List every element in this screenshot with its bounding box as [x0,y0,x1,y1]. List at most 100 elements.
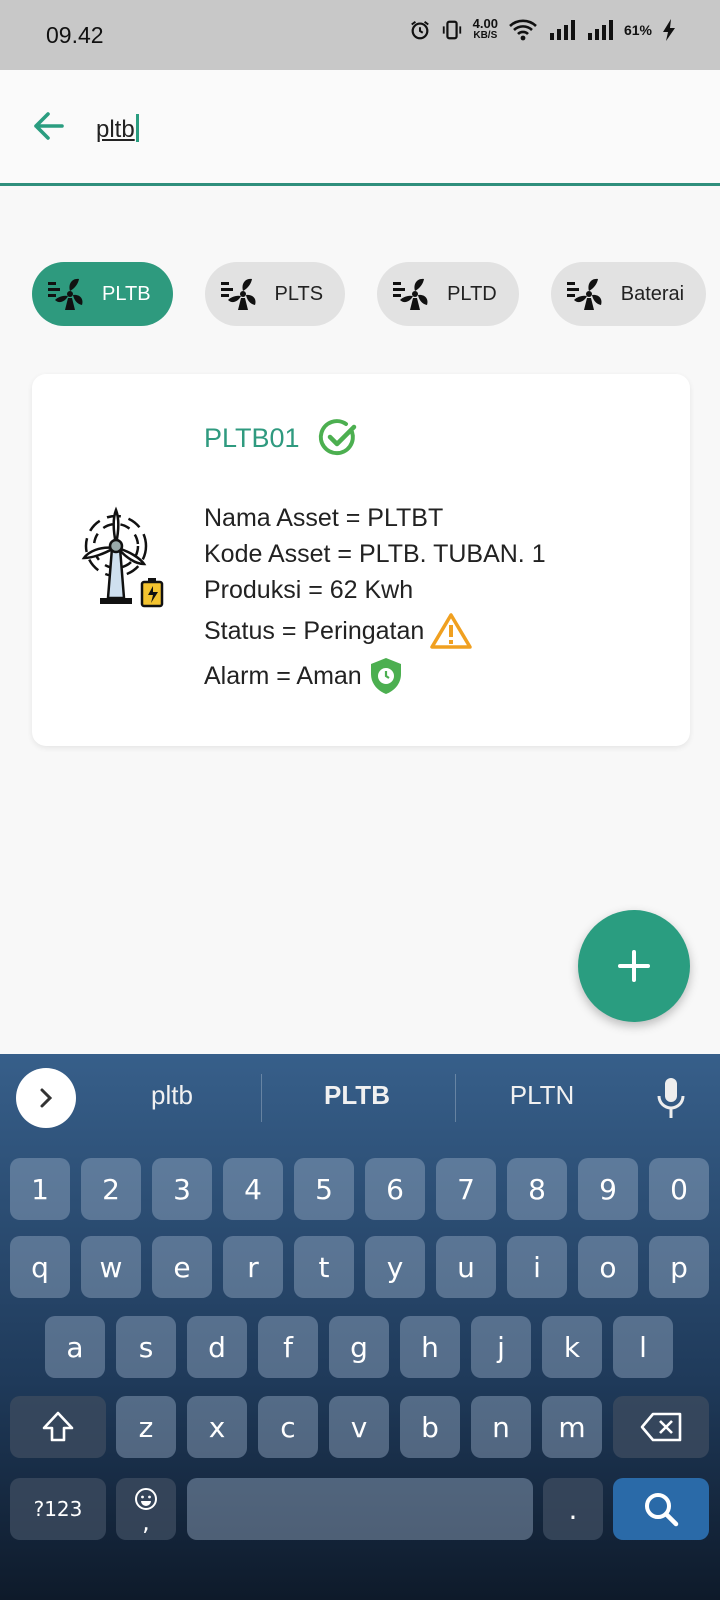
key-p[interactable]: p [649,1236,709,1298]
chip-label: PLTS [274,282,324,305]
status-icons: 4.00 KB/S 61% [409,16,676,42]
key-9[interactable]: 9 [578,1158,638,1220]
asset-code: PLTB01 [204,418,358,458]
signal-icon-1 [549,20,575,40]
key-x[interactable]: x [187,1396,247,1458]
backspace-key[interactable] [613,1396,709,1458]
asset-status: Status = Peringatan [204,617,425,645]
key-1[interactable]: 1 [10,1158,70,1220]
asset-info: Nama Asset = PLTBT Kode Asset = PLTB. TU… [204,500,546,696]
key-i[interactable]: i [507,1236,567,1298]
key-5[interactable]: 5 [294,1158,354,1220]
asset-produksi: Produksi = 62 Kwh [204,576,414,604]
battery-percent: 61% [623,22,652,38]
chip-plts[interactable]: PLTS [204,262,346,326]
wifi-icon [509,19,537,41]
search-key[interactable] [613,1478,709,1540]
key-8[interactable]: 8 [507,1158,567,1220]
filter-chips: PLTB PLTS PLTD Baterai [32,262,720,328]
key-7[interactable]: 7 [436,1158,496,1220]
fan-icon [566,278,602,310]
shift-key[interactable] [10,1396,106,1458]
warning-icon [430,613,473,649]
back-arrow-icon[interactable] [28,106,68,146]
fan-icon [48,278,83,310]
vibrate-icon [442,20,461,40]
shift-icon [42,1411,74,1442]
key-0[interactable]: 0 [649,1158,709,1220]
search-input[interactable]: pltb [96,114,139,144]
suggestion-divider [455,1074,456,1122]
suggestion-divider [261,1074,262,1122]
net-speed: 4.00 KB/S [472,16,498,41]
key-g[interactable]: g [329,1316,389,1378]
key-f[interactable]: f [258,1316,318,1378]
key-c[interactable]: c [258,1396,318,1458]
search-icon [645,1493,679,1527]
fan-icon [393,278,428,310]
wind-turbine-icon [81,506,164,608]
key-k[interactable]: k [542,1316,602,1378]
space-key[interactable] [187,1478,533,1540]
key-t[interactable]: t [294,1236,354,1298]
key-n[interactable]: n [471,1396,531,1458]
chip-baterai[interactable]: Baterai [550,262,707,326]
key-j[interactable]: j [471,1316,531,1378]
search-query: pltb [96,116,135,143]
key-3[interactable]: 3 [152,1158,212,1220]
key-m[interactable]: m [542,1396,602,1458]
key-2[interactable]: 2 [81,1158,141,1220]
suggestion-3[interactable]: PLTN [462,1080,622,1111]
key-u[interactable]: u [436,1236,496,1298]
key-6[interactable]: 6 [365,1158,425,1220]
signal-icon-2 [587,20,613,40]
charging-icon [663,19,675,41]
chip-pltd[interactable]: PLTD [377,262,519,326]
key-l[interactable]: l [613,1316,673,1378]
chip-label: PLTB [102,282,151,305]
text-caret [135,114,139,142]
status-bar: 09.42 4.00 KB/S 61% [0,0,720,70]
plus-icon [618,950,650,982]
key-w[interactable]: w [81,1236,141,1298]
key-h[interactable]: h [400,1316,460,1378]
key-s[interactable]: s [116,1316,176,1378]
asset-alarm: Alarm = Aman [204,662,362,690]
key-r[interactable]: r [223,1236,283,1298]
expand-toolbar-button[interactable] [16,1068,76,1128]
key-4[interactable]: 4 [223,1158,283,1220]
comma-label: , [142,1508,150,1536]
key-z[interactable]: z [116,1396,176,1458]
asset-name: Nama Asset = PLTBT [204,504,444,532]
asset-kode: Kode Asset = PLTB. TUBAN. 1 [204,540,546,568]
period-key[interactable]: . [543,1478,603,1540]
search-bar: pltb [0,70,720,186]
emoji-comma-key[interactable]: , [116,1478,176,1540]
suggestion-bar: pltb PLTB PLTN [0,1054,720,1140]
key-q[interactable]: q [10,1236,70,1298]
fan-icon [220,278,256,310]
chip-label: PLTD [447,282,497,305]
asset-code-label: PLTB01 [204,422,300,453]
symbols-key[interactable]: ?123 [10,1478,106,1540]
chip-pltb[interactable]: PLTB [32,262,173,326]
backspace-icon [640,1412,682,1442]
shield-clock-icon [370,658,401,694]
chevron-right-icon [40,1088,53,1108]
check-circle-icon [318,419,356,456]
suggestion-2[interactable]: PLTB [277,1080,437,1111]
key-d[interactable]: d [187,1316,247,1378]
alarm-icon [410,20,429,40]
key-y[interactable]: y [365,1236,425,1298]
microphone-icon[interactable] [656,1076,686,1120]
key-v[interactable]: v [329,1396,389,1458]
key-a[interactable]: a [45,1316,105,1378]
keyboard: pltb PLTB PLTN 1 2 3 4 5 6 7 8 9 0 q w e… [0,1054,720,1600]
key-b[interactable]: b [400,1396,460,1458]
key-e[interactable]: e [152,1236,212,1298]
suggestion-1[interactable]: pltb [92,1080,252,1111]
chip-label: Baterai [620,282,685,305]
key-o[interactable]: o [578,1236,638,1298]
asset-card[interactable]: PLTB01 Nama Asset = PLTBT Kode Asset = P… [32,374,690,746]
add-asset-button[interactable] [578,910,690,1022]
